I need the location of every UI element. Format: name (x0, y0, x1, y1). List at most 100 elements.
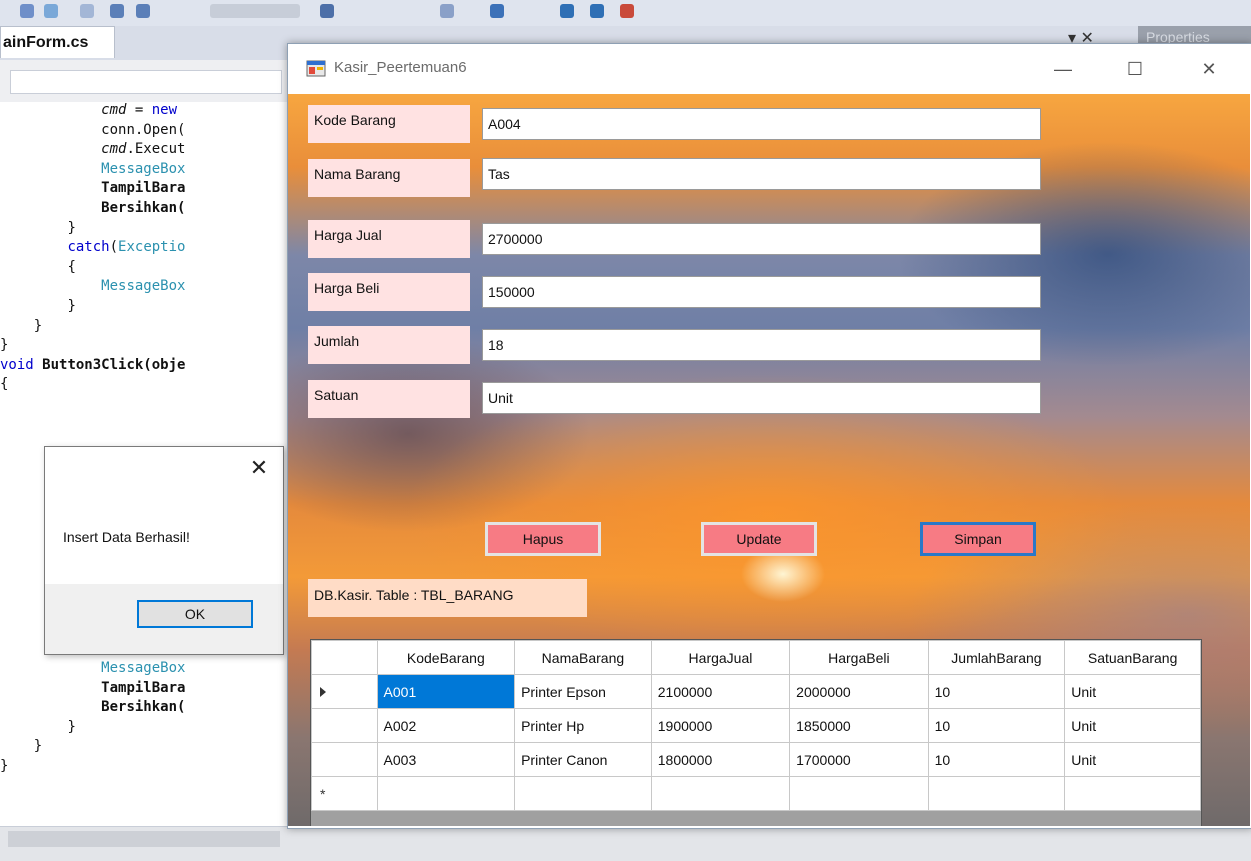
column-header-jumlahbarang[interactable]: JumlahBarang (927, 640, 1066, 675)
code-token: Button3Click(obje (42, 356, 186, 373)
code-token: } (67, 718, 76, 735)
grid-cell[interactable]: Printer Epson (514, 674, 652, 709)
grid-cell[interactable]: 2100000 (650, 674, 791, 709)
toolbar-icon[interactable] (590, 4, 604, 18)
horizontal-scrollbar[interactable] (0, 826, 1251, 861)
kode-barang-input[interactable] (482, 108, 1041, 140)
hapus-button[interactable]: Hapus (485, 522, 601, 556)
grid-corner[interactable] (311, 640, 378, 675)
harga-beli-input[interactable] (482, 276, 1041, 308)
grid-cell[interactable]: A003 (376, 742, 516, 777)
code-token: Bersihkan( (101, 200, 186, 216)
grid-cell[interactable]: 2000000 (789, 674, 929, 709)
row-header[interactable] (311, 742, 378, 777)
code-line: MessageBox (0, 278, 185, 294)
grid-cell[interactable]: Unit (1064, 742, 1201, 777)
column-header-hargabeli[interactable]: HargaBeli (789, 640, 929, 675)
column-header-namabarang[interactable]: NamaBarang (514, 640, 652, 675)
grid-cell[interactable]: 1850000 (789, 708, 929, 743)
ok-button[interactable]: OK (137, 600, 253, 628)
toolbar-dropdown[interactable] (210, 4, 300, 18)
toolbar-icon[interactable] (620, 4, 634, 18)
toolbar-icon[interactable] (80, 4, 94, 18)
column-header-hargajual[interactable]: HargaJual (650, 640, 791, 675)
table-row[interactable]: A003 Printer Canon 1800000 1700000 10 Un… (311, 742, 1201, 777)
table-row[interactable]: A002 Printer Hp 1900000 1850000 10 Unit (311, 708, 1201, 743)
code-token: ( (109, 239, 119, 256)
new-row[interactable]: * (311, 776, 1201, 811)
kode-barang-label: Kode Barang (308, 105, 470, 143)
toolbar-icon[interactable] (490, 4, 504, 18)
grid-cell[interactable]: A001 (376, 674, 516, 709)
code-line: } (0, 758, 8, 774)
code-token: MessageBox (101, 160, 186, 177)
jumlah-input[interactable] (482, 329, 1041, 361)
grid-cell[interactable] (789, 776, 929, 811)
code-token: { (0, 376, 9, 393)
code-line: } (0, 298, 75, 314)
grid-cell[interactable]: 10 (927, 742, 1066, 777)
code-token: void (0, 356, 34, 373)
code-line: } (0, 220, 75, 236)
column-header-kodebarang[interactable]: KodeBarang (376, 640, 516, 675)
table-row[interactable]: A001 Printer Epson 2100000 2000000 10 Un… (311, 674, 1201, 709)
grid-cell[interactable]: Unit (1064, 708, 1201, 743)
message-box: ✕ Insert Data Berhasil! OK (44, 446, 284, 655)
grid-cell[interactable]: Unit (1064, 674, 1201, 709)
code-token: Exceptio (118, 239, 186, 256)
code-token: cmd (101, 102, 127, 118)
grid-cell[interactable]: 10 (927, 674, 1066, 709)
grid-cell[interactable]: A002 (376, 708, 516, 743)
toolbar-icon[interactable] (560, 4, 574, 18)
update-button[interactable]: Update (701, 522, 817, 556)
code-token: } (0, 337, 9, 354)
toolbar-icon[interactable] (440, 4, 454, 18)
code-token: catch (67, 239, 110, 256)
grid-cell[interactable] (514, 776, 652, 811)
row-header[interactable]: * (311, 776, 378, 811)
toolbar-icon[interactable] (136, 4, 150, 18)
grid-cell[interactable]: 1700000 (789, 742, 929, 777)
column-header-satuanbarang[interactable]: SatuanBarang (1064, 640, 1201, 675)
code-line: { (0, 376, 8, 392)
harga-jual-label: Harga Jual (308, 220, 470, 258)
jumlah-label: Jumlah (308, 326, 470, 364)
close-icon[interactable]: ✕ (245, 455, 273, 481)
code-line: TampilBara (0, 180, 185, 196)
code-token: Bersihkan( (101, 699, 186, 716)
grid-header-row: KodeBarang NamaBarang HargaJual HargaBel… (311, 640, 1201, 675)
harga-jual-input[interactable] (482, 223, 1041, 255)
grid-cell[interactable] (650, 776, 791, 811)
nama-barang-input[interactable] (482, 158, 1041, 190)
satuan-input[interactable] (482, 382, 1041, 414)
simpan-button[interactable]: Simpan (920, 522, 1036, 556)
title-bar[interactable]: Kasir_Peertemuan6 — ☐ ✕ (288, 44, 1250, 94)
toolbar-icon[interactable] (320, 4, 334, 18)
grid-cell[interactable]: 1800000 (650, 742, 791, 777)
grid-cell[interactable] (376, 776, 516, 811)
grid-cell[interactable]: 1900000 (650, 708, 791, 743)
grid-cell[interactable]: Printer Hp (514, 708, 652, 743)
minimize-button[interactable]: — (1040, 44, 1086, 94)
grid-cell[interactable] (927, 776, 1066, 811)
toolbar-icon[interactable] (110, 4, 124, 18)
maximize-button[interactable]: ☐ (1112, 44, 1158, 94)
code-line: } (0, 738, 42, 754)
toolbar-icon[interactable] (44, 4, 58, 18)
close-button[interactable]: ✕ (1186, 44, 1232, 94)
code-line: Bersihkan( (0, 699, 185, 715)
code-token: } (33, 317, 43, 334)
toolbar-icon[interactable] (20, 4, 34, 18)
row-header[interactable] (311, 708, 378, 743)
scrollbar-thumb[interactable] (8, 831, 280, 847)
member-dropdown[interactable] (10, 70, 282, 94)
file-tab[interactable]: ainForm.cs (0, 26, 115, 58)
code-line: TampilBara (0, 680, 185, 696)
grid-cell[interactable] (1064, 776, 1201, 811)
row-header[interactable] (311, 674, 378, 709)
grid-cell[interactable]: Printer Canon (514, 742, 652, 777)
grid-cell[interactable]: 10 (927, 708, 1066, 743)
code-line: Bersihkan( (0, 200, 185, 216)
data-grid[interactable]: KodeBarang NamaBarang HargaJual HargaBel… (310, 639, 1202, 826)
